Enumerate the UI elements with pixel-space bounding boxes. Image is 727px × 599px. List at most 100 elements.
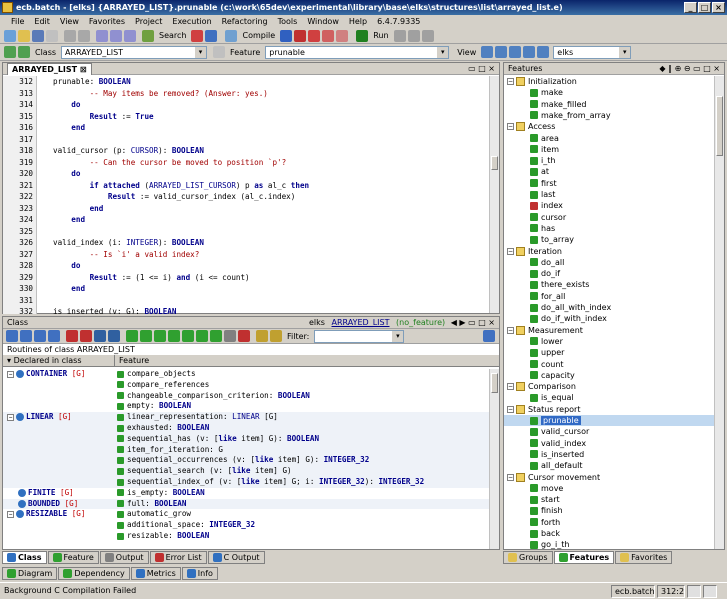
routine-row[interactable]: − CONTAINER [G] compare_objects [3, 369, 489, 380]
routine-row[interactable]: − RESIZABLE [G] automatic_grow [3, 509, 489, 521]
breakpoint-disable-icon[interactable] [322, 29, 335, 42]
feature-item[interactable]: there_exists [504, 279, 714, 290]
code-line[interactable]: 330 end [3, 283, 489, 295]
maximize-button[interactable]: □ [698, 2, 711, 13]
feature-item[interactable]: capacity [504, 370, 714, 381]
code-line[interactable]: 323 end [3, 203, 489, 215]
code-line[interactable]: 317 [3, 134, 489, 146]
breakpoint-icon[interactable] [308, 29, 321, 42]
tab-class[interactable]: Class [2, 551, 47, 564]
menu-edit[interactable]: Edit [29, 15, 55, 28]
editor-scroll-thumb[interactable] [491, 156, 498, 170]
tab-error-list[interactable]: Error List [149, 551, 207, 564]
routine-row[interactable]: sequential_has (v: [like item] G): BOOLE… [3, 433, 489, 445]
editor-scrollbar[interactable] [489, 76, 499, 313]
view-flat-short-icon[interactable] [537, 46, 550, 58]
view-combo[interactable]: elks [553, 45, 632, 59]
tab-features[interactable]: Features [553, 551, 615, 564]
run-icon[interactable] [356, 29, 369, 42]
step-icon[interactable] [393, 29, 406, 42]
class-tool-menu-icon[interactable] [483, 330, 495, 342]
menu-help[interactable]: Help [344, 15, 372, 28]
routine-row[interactable]: FINITE [G] is_empty: BOOLEAN [3, 487, 489, 499]
once-icon[interactable] [126, 330, 138, 342]
collapse-toggle[interactable]: − [507, 473, 514, 481]
class-combo[interactable]: ARRAYED_LIST [61, 45, 208, 59]
go-icon[interactable] [256, 330, 268, 342]
collapse-toggle[interactable]: − [507, 405, 514, 413]
code-line[interactable]: 314 do [3, 99, 489, 111]
collapse-toggle[interactable]: − [7, 510, 14, 518]
collapse-toggle[interactable]: − [7, 413, 14, 421]
bookmark-icon[interactable] [191, 29, 204, 42]
code-line[interactable]: 313 -- May items be removed? (Answer: ye… [3, 88, 489, 100]
code-line[interactable]: 324 end [3, 214, 489, 226]
code-area[interactable]: 312 prunable: BOOLEAN 313 -- May items be … [3, 76, 489, 314]
class-name[interactable]: FINITE [G] [28, 488, 74, 497]
suppliers-icon[interactable] [66, 330, 78, 342]
feature-item[interactable]: all_default [504, 460, 714, 471]
open-icon[interactable] [18, 29, 30, 42]
editor-tab[interactable]: ARRAYED_LIST ⊠ [7, 63, 92, 75]
view-interface-icon[interactable] [523, 46, 536, 58]
code-line[interactable]: 329 Result := (1 <= i) and (i <= count) [3, 272, 489, 284]
col-declared-in-class[interactable]: ▾ Declared in class [3, 355, 115, 366]
tab-groups[interactable]: Groups [503, 551, 553, 564]
code-line[interactable]: 318 valid_cursor (p: CURSOR): BOOLEAN [3, 145, 489, 157]
feature-item[interactable]: make [504, 87, 714, 98]
routines-scroll-thumb[interactable] [491, 373, 498, 393]
editor-window-controls[interactable]: ▭ □ × [468, 63, 495, 75]
tab-favorites[interactable]: Favorites [615, 551, 673, 564]
code-line[interactable]: 326 valid_index (i: INTEGER): BOOLEAN [3, 237, 489, 249]
code-line[interactable]: 332 is_inserted (v: G): BOOLEAN [3, 306, 489, 314]
feature-item[interactable]: has [504, 223, 714, 234]
class-tool-window-controls[interactable]: ◀ ▶ ▭ □ × [451, 317, 495, 329]
stop-icon[interactable] [294, 29, 307, 42]
feature-item[interactable]: move [504, 483, 714, 494]
tab-c-output[interactable]: C Output [207, 551, 265, 564]
feature-item[interactable]: is_equal [504, 392, 714, 403]
feature-item[interactable]: last [504, 189, 714, 200]
minimize-button[interactable]: _ [684, 2, 697, 13]
context-class-link[interactable]: ARRAYED_LIST [332, 318, 390, 327]
menu-window[interactable]: Window [302, 15, 344, 28]
menu-favorites[interactable]: Favorites [84, 15, 130, 28]
tab-feature[interactable]: Feature [47, 551, 99, 564]
class-view-icon[interactable] [6, 330, 18, 342]
step-into-icon[interactable] [407, 29, 420, 42]
save-icon[interactable] [32, 29, 44, 42]
filter-combo[interactable] [314, 329, 405, 343]
forward-icon[interactable] [18, 46, 30, 58]
deferred-icon[interactable] [108, 330, 120, 342]
class-name[interactable]: BOUNDED [G] [28, 499, 78, 508]
collapse-toggle[interactable]: − [507, 123, 514, 131]
new-icon[interactable] [4, 29, 16, 42]
run-button[interactable]: Run [373, 31, 388, 40]
feature-item[interactable]: at [504, 166, 714, 177]
feature-group[interactable]: − Comparison [504, 381, 714, 392]
routine-row[interactable]: additional_space: INTEGER_32 [3, 520, 489, 531]
collapse-toggle[interactable]: − [507, 383, 514, 391]
feature-item[interactable]: is_inserted [504, 449, 714, 460]
routines-list[interactable]: − CONTAINER [G] compare_objects compare_ref… [3, 369, 489, 549]
collapse-toggle[interactable]: − [507, 78, 514, 85]
feature-item[interactable]: finish [504, 505, 714, 516]
ancestors-icon[interactable] [20, 330, 32, 342]
paste-icon[interactable] [124, 29, 136, 42]
feature-item[interactable]: go_i_th [504, 539, 714, 550]
routine-row[interactable]: sequential_index_of (v: [like item] G; i… [3, 477, 489, 488]
feature-item[interactable]: i_th [504, 155, 714, 166]
features-tree[interactable]: − Initialization make make_filled make_from_… [504, 76, 714, 550]
tab-diagram[interactable]: Diagram [2, 567, 58, 580]
creators-icon[interactable] [182, 330, 194, 342]
clients-icon[interactable] [48, 330, 60, 342]
feature-item[interactable]: first [504, 178, 714, 189]
feature-item[interactable]: valid_cursor [504, 426, 714, 437]
cut-icon[interactable] [96, 29, 108, 42]
feature-item[interactable]: item [504, 144, 714, 155]
routine-row[interactable]: sequential_occurrences (v: [like item] G… [3, 455, 489, 467]
filter-icon[interactable] [270, 330, 282, 342]
feature-item[interactable]: do_all [504, 257, 714, 268]
tab-dependency[interactable]: Dependency [58, 567, 130, 580]
routine-row[interactable]: resizable: BOOLEAN [3, 531, 489, 542]
